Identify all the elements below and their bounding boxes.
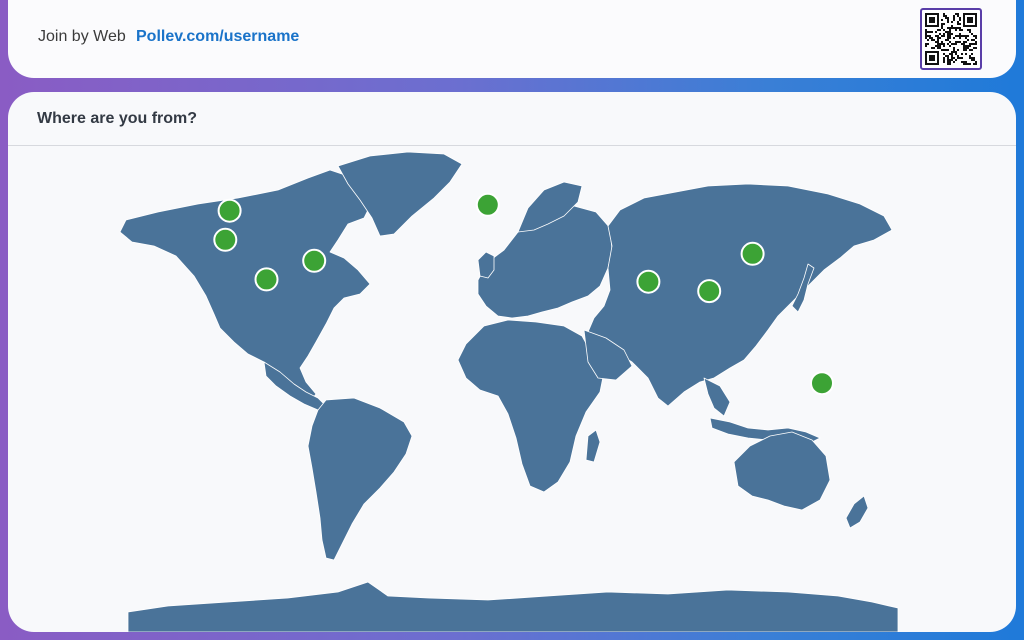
map-marker [254,267,279,292]
australia [733,431,831,511]
qr-code-icon[interactable] [920,8,982,70]
continent-asia [587,183,893,407]
greenland [337,151,463,237]
join-url-link[interactable]: Pollev.com/username [136,28,299,46]
map-marker [740,241,765,266]
map-marker [810,371,834,396]
continent-north-america [119,169,371,405]
continent-africa [457,319,605,493]
madagascar [585,429,601,463]
join-label: Join by Web [38,28,126,45]
map-marker [213,227,238,252]
join-header: Join by Web Pollev.com/username [8,0,1016,78]
antarctica [127,581,899,632]
map-land [119,151,899,632]
poll-card: Where are you from? [8,92,1016,632]
continent-south-america [307,397,413,561]
map-marker [475,192,500,217]
new-zealand [845,495,869,529]
map-marker [217,198,242,223]
southeast-asia [703,377,731,417]
map-marker [302,248,327,273]
world-map [8,146,1016,632]
poll-question: Where are you from? [37,110,198,127]
map-marker [697,279,722,304]
map-marker [636,269,661,294]
